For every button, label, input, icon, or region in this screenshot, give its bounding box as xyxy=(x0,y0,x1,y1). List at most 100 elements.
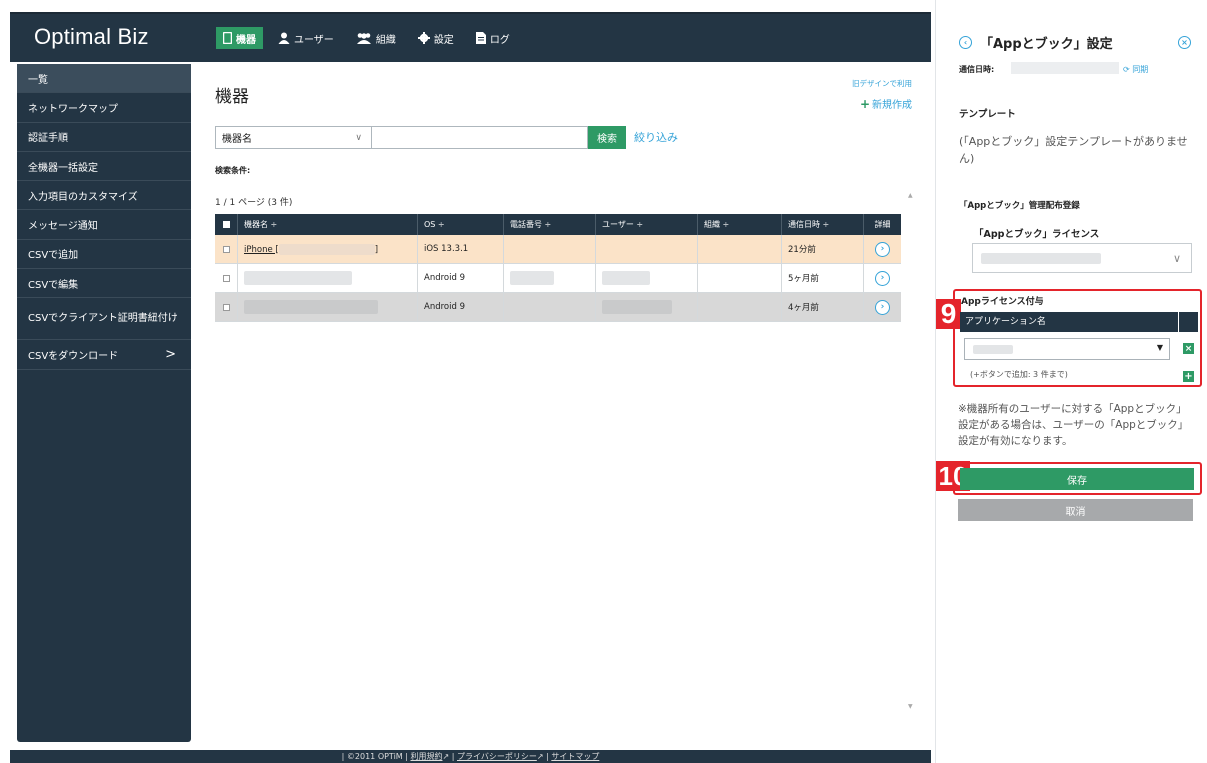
nav-settings-label: 設定 xyxy=(433,34,454,46)
license-label: 「Appとブック」ライセンス xyxy=(974,229,1100,240)
sidebar-item-csv-add[interactable]: CSVで追加 xyxy=(17,240,191,270)
row-checkbox[interactable] xyxy=(222,245,230,253)
device-name-suffix: ] xyxy=(374,244,379,255)
add-limit-hint: (+ボタンで追加: 3 件まで) xyxy=(970,370,1068,379)
detail-arrow-icon[interactable]: › xyxy=(875,241,890,257)
search-button[interactable]: 検索 xyxy=(588,126,626,149)
sidebar-item-label: 一覧 xyxy=(28,74,48,86)
sidebar-item-label: 全機器一括設定 xyxy=(28,162,98,174)
phone-cell xyxy=(504,235,596,263)
main-content: 機器 旧デザインで利用 + 新規作成 機器名 ∨ 検索 絞り込み 検索条件: 1 … xyxy=(200,64,922,742)
sync-link-label: 同期 xyxy=(1132,65,1149,74)
detail-arrow-icon[interactable]: › xyxy=(875,270,890,286)
page-info: 1 / 1 ページ (3 件) xyxy=(215,198,293,208)
top-navbar: Optimal Biz 機器 ユーザー 組織 設定 ログ xyxy=(10,12,931,62)
license-select[interactable]: ∨ xyxy=(972,243,1192,273)
col-user[interactable]: ユーザー ÷ xyxy=(596,214,698,235)
close-icon[interactable]: × xyxy=(1178,36,1191,49)
redacted-text xyxy=(602,300,672,314)
row-checkbox[interactable] xyxy=(222,274,230,282)
application-select[interactable]: ▼ xyxy=(964,338,1170,360)
row-checkbox-cell xyxy=(215,264,238,292)
chevron-down-icon: ∨ xyxy=(1172,252,1181,265)
sidebar-item-label: CSVでクライアント証明書紐付け xyxy=(28,312,178,324)
remove-row-icon[interactable]: × xyxy=(1183,343,1194,354)
save-button[interactable]: 保存 xyxy=(960,468,1194,490)
external-link-icon: ↗ xyxy=(442,752,450,761)
nav-users[interactable]: ユーザー xyxy=(271,27,341,49)
detail-arrow-icon[interactable]: › xyxy=(875,299,890,315)
table-row[interactable]: Android 9 5ヶ月前 › xyxy=(215,264,901,293)
col-last-comm[interactable]: 通信日時 ÷ xyxy=(782,214,864,235)
refresh-icon: ⟳ xyxy=(1123,65,1130,74)
sidebar-item-csv-download[interactable]: CSVをダウンロード > xyxy=(17,340,191,370)
highlight-box-step-9: 9 Appライセンス付与 アプリケーション名 ▼ × (+ボタンで追加: 3 件… xyxy=(936,289,1202,387)
old-design-link[interactable]: 旧デザインで利用 xyxy=(852,78,912,89)
nav-organizations[interactable]: 組織 xyxy=(349,27,403,49)
sidebar: 一覧 ネットワークマップ 認証手順 全機器一括設定 入力項目のカスタマイズ メッ… xyxy=(17,64,191,742)
phone-cell xyxy=(504,264,596,292)
step-badge-9: 9 xyxy=(936,298,961,329)
sidebar-item-customize-fields[interactable]: 入力項目のカスタマイズ xyxy=(17,181,191,211)
detail-cell: › xyxy=(864,293,901,321)
select-all-checkbox[interactable] xyxy=(215,214,238,235)
sidebar-item-list[interactable]: 一覧 xyxy=(17,64,191,94)
group-icon xyxy=(356,33,371,44)
chevron-right-icon: > xyxy=(165,347,176,363)
sync-link[interactable]: ⟳ 同期 xyxy=(1123,64,1148,75)
footer: | ©2011 OPTiM | 利用規約↗ | プライバシーポリシー↗ | サイ… xyxy=(10,750,931,763)
sidebar-item-label: 入力項目のカスタマイズ xyxy=(28,191,138,203)
col-org[interactable]: 組織 ÷ xyxy=(698,214,782,235)
row-checkbox[interactable] xyxy=(222,303,230,311)
device-name-cell xyxy=(238,264,418,292)
search-field-select[interactable]: 機器名 ∨ xyxy=(215,126,372,149)
col-device-name[interactable]: 機器名 ÷ xyxy=(238,214,418,235)
back-icon[interactable]: ‹ xyxy=(959,36,972,49)
scroll-down-icon[interactable]: ▼ xyxy=(908,703,913,710)
redacted-text xyxy=(1011,62,1119,74)
filter-link[interactable]: 絞り込み xyxy=(634,126,678,149)
device-icon xyxy=(223,32,232,44)
checkbox[interactable] xyxy=(222,221,230,228)
external-link-icon: ↗ xyxy=(536,752,544,761)
footer-separator: | xyxy=(546,752,549,761)
table-row[interactable]: Android 9 4ヶ月前 › xyxy=(215,293,901,322)
highlight-box-step-10: 10 保存 xyxy=(936,461,1202,495)
nav-users-label: ユーザー xyxy=(294,34,334,46)
footer-separator: | xyxy=(451,752,455,761)
footer-copyright: | ©2011 OPTiM | xyxy=(341,752,408,761)
search-input[interactable] xyxy=(372,126,588,149)
nav-logs[interactable]: ログ xyxy=(469,27,517,49)
cancel-button[interactable]: 取消 xyxy=(958,499,1193,521)
footer-terms-link[interactable]: 利用規約 xyxy=(410,752,442,761)
device-name-link[interactable]: iPhone [] xyxy=(244,243,379,255)
sidebar-item-auth-procedure[interactable]: 認証手順 xyxy=(17,123,191,152)
col-os[interactable]: OS ÷ xyxy=(418,214,504,235)
sidebar-item-csv-edit[interactable]: CSVで編集 xyxy=(17,269,191,299)
redacted-text xyxy=(244,300,378,314)
nav-devices[interactable]: 機器 xyxy=(216,27,263,49)
add-row-icon[interactable]: + xyxy=(1183,371,1194,382)
footer-privacy-link[interactable]: プライバシーポリシー xyxy=(457,752,537,761)
table-row[interactable]: iPhone [] iOS 13.3.1 21分前 › xyxy=(215,235,901,264)
sidebar-item-csv-client-cert[interactable]: CSVでクライアント証明書紐付け xyxy=(17,298,191,341)
redacted-text xyxy=(244,271,352,285)
table-scrollbar[interactable]: ▲ ▼ xyxy=(908,192,916,710)
sidebar-item-label: 認証手順 xyxy=(28,133,68,145)
nav-logs-label: ログ xyxy=(489,34,510,46)
panel-title: 「Appとブック」設定 xyxy=(980,37,1113,52)
footer-sitemap-link[interactable]: サイトマップ xyxy=(551,752,599,761)
nav-settings[interactable]: 設定 xyxy=(411,27,461,49)
sidebar-item-network-map[interactable]: ネットワークマップ xyxy=(17,93,191,123)
os-cell: iOS 13.3.1 xyxy=(418,235,504,263)
new-device-button[interactable]: + 新規作成 xyxy=(860,96,912,111)
phone-cell xyxy=(504,293,596,321)
sidebar-item-bulk-settings[interactable]: 全機器一括設定 xyxy=(17,152,191,182)
device-name-cell: iPhone [] xyxy=(238,235,418,263)
page-title: 機器 xyxy=(215,87,249,107)
scroll-up-icon[interactable]: ▲ xyxy=(908,192,913,199)
app-logo[interactable]: Optimal Biz xyxy=(34,24,149,50)
col-phone[interactable]: 電話番号 ÷ xyxy=(504,214,596,235)
application-header-spacer xyxy=(1179,312,1198,332)
sidebar-item-message-notify[interactable]: メッセージ通知 xyxy=(17,210,191,240)
